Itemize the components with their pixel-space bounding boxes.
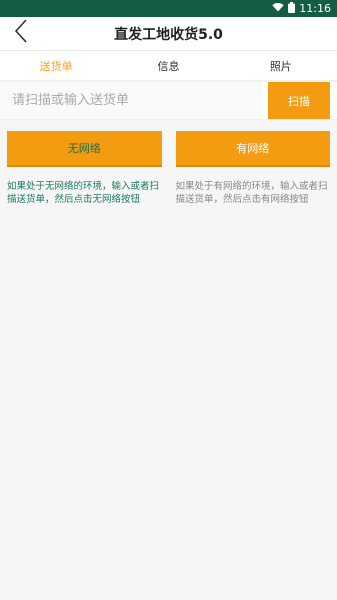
wifi-icon: [272, 2, 284, 15]
status-bar: 11:16: [0, 0, 337, 17]
offline-column: 无网络 如果处于无网络的环境，输入或者扫描送货单，然后点击无网络按钮: [7, 131, 162, 206]
online-column: 有网络 如果处于有网络的环境，输入或者扫描送货单，然后点击有网络按钮: [175, 131, 330, 206]
network-button[interactable]: 有网络: [175, 131, 330, 167]
delivery-note-input[interactable]: [0, 82, 262, 119]
tab-photos[interactable]: 照片: [225, 58, 337, 74]
mode-section: 无网络 如果处于无网络的环境，输入或者扫描送货单，然后点击无网络按钮 有网络 如…: [0, 131, 337, 206]
back-button[interactable]: [12, 19, 30, 47]
tab-delivery-note[interactable]: 送货单: [0, 58, 112, 74]
chevron-left-icon: [14, 19, 28, 47]
scan-button[interactable]: 扫描: [268, 82, 330, 119]
page-title: 直发工地收货5.0: [114, 26, 223, 43]
tab-info[interactable]: 信息: [112, 58, 224, 74]
battery-icon: [288, 1, 296, 16]
no-network-button[interactable]: 无网络: [7, 131, 162, 167]
no-network-description: 如果处于无网络的环境，输入或者扫描送货单，然后点击无网络按钮: [7, 181, 160, 205]
network-description: 如果处于有网络的环境，输入或者扫描送货单，然后点击有网络按钮: [175, 181, 328, 205]
tab-bar: 送货单 信息 照片: [0, 51, 337, 81]
status-time: 11:16: [299, 2, 331, 15]
app-bar: 直发工地收货5.0: [0, 17, 337, 51]
search-row: 扫描: [0, 82, 337, 120]
